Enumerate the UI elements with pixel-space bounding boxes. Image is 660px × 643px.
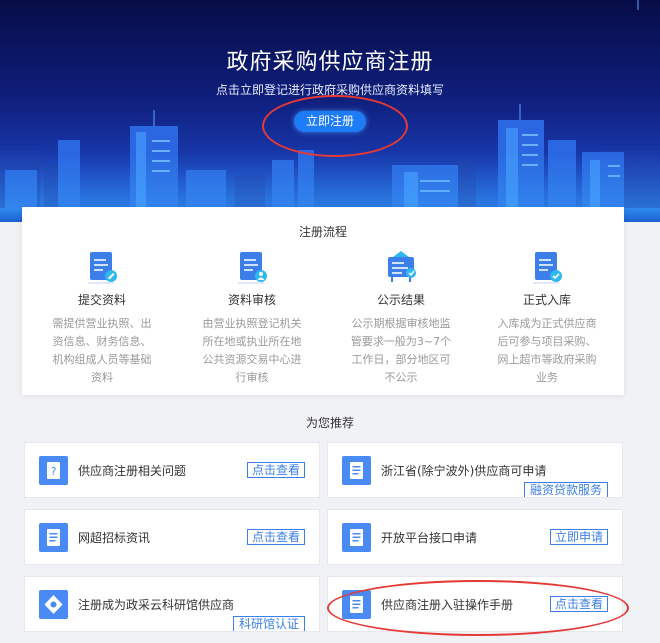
card-label: 供应商注册入驻操作手册 — [381, 598, 514, 612]
document-check-icon — [527, 249, 567, 285]
registration-process-card: 注册流程 提交资料 需提供营业执照、出资信息、财务信息、机构组成人员等基础资料 — [22, 207, 624, 395]
step-name: 提交资料 — [77, 293, 126, 307]
step-description: 需提供营业执照、出资信息、财务信息、机构组成人员等基础资料 — [52, 317, 152, 384]
card-label: 供应商注册相关问题 — [78, 464, 187, 478]
card-label: 注册成为政采云科研馆供应商 — [78, 598, 235, 612]
process-step-submit: 提交资料 需提供营业执照、出资信息、财务信息、机构组成人员等基础资料 — [37, 249, 167, 387]
recommend-card-api-apply[interactable]: 开放平台接口申请 立即申请 — [327, 509, 623, 565]
document-user-icon — [232, 249, 272, 285]
apply-now-button[interactable]: 立即申请 — [549, 529, 608, 545]
view-button[interactable]: 点击查看 — [246, 462, 305, 478]
recommend-card-bidding-news[interactable]: 网超招标资讯 点击查看 — [24, 509, 320, 565]
card-label: 开放平台接口申请 — [381, 531, 478, 545]
page-subtitle: 点击立即登记进行政府采购供应商资料填写 — [215, 83, 444, 97]
diamond-icon — [39, 590, 68, 619]
document-icon — [342, 523, 371, 552]
document-edit-icon — [82, 249, 122, 285]
document-icon — [342, 590, 371, 619]
question-icon: ? — [39, 456, 68, 485]
step-description: 入库成为正式供应商后可参与项目采购、网上超市等政府采购业务 — [497, 317, 597, 384]
financing-service-tag[interactable]: 融资贷款服务 — [523, 482, 608, 497]
page-title: 政府采购供应商注册 — [226, 50, 434, 75]
recommend-title: 为您推荐 — [305, 416, 354, 430]
recommend-card-operation-manual[interactable]: 供应商注册入驻操作手册 点击查看 — [327, 576, 623, 632]
card-label: 浙江省(除宁波外)供应商可申请 — [381, 464, 547, 478]
process-step-review: 资料审核 由营业执照登记机关所在地或执业所在地公共资源交易中心进行审核 — [187, 249, 317, 387]
register-now-button[interactable]: 立即注册 — [294, 111, 366, 132]
step-name: 资料审核 — [227, 293, 276, 307]
document-icon — [39, 523, 68, 552]
announcement-board-icon — [381, 249, 421, 285]
hero-banner: 政府采购供应商注册 点击立即登记进行政府采购供应商资料填写 立即注册 — [0, 0, 660, 222]
view-button[interactable]: 点击查看 — [246, 529, 305, 545]
document-icon — [342, 456, 371, 485]
svg-text:?: ? — [51, 465, 57, 478]
card-label: 网超招标资讯 — [78, 531, 151, 545]
view-button[interactable]: 点击查看 — [549, 596, 608, 612]
process-step-admission: 正式入库 入库成为正式供应商后可参与项目采购、网上超市等政府采购业务 — [482, 249, 612, 387]
step-name: 正式入库 — [522, 293, 571, 307]
step-name: 公示结果 — [376, 293, 425, 307]
recommend-card-supplier-faq[interactable]: ? 供应商注册相关问题 点击查看 — [24, 442, 320, 498]
recommend-card-financing[interactable]: 浙江省(除宁波外)供应商可申请 融资贷款服务 — [327, 442, 623, 498]
process-step-publicity: 公示结果 公示期根据审核地监管要求一般为3~7个工作日，部分地区可不公示 — [336, 249, 466, 387]
research-hall-certification-tag[interactable]: 科研馆认证 — [232, 616, 305, 631]
step-description: 公示期根据审核地监管要求一般为3~7个工作日，部分地区可不公示 — [350, 317, 452, 384]
process-title: 注册流程 — [298, 225, 347, 239]
step-description: 由营业执照登记机关所在地或执业所在地公共资源交易中心进行审核 — [202, 317, 302, 384]
recommend-card-research-hall[interactable]: 注册成为政采云科研馆供应商 科研馆认证 — [24, 576, 320, 632]
